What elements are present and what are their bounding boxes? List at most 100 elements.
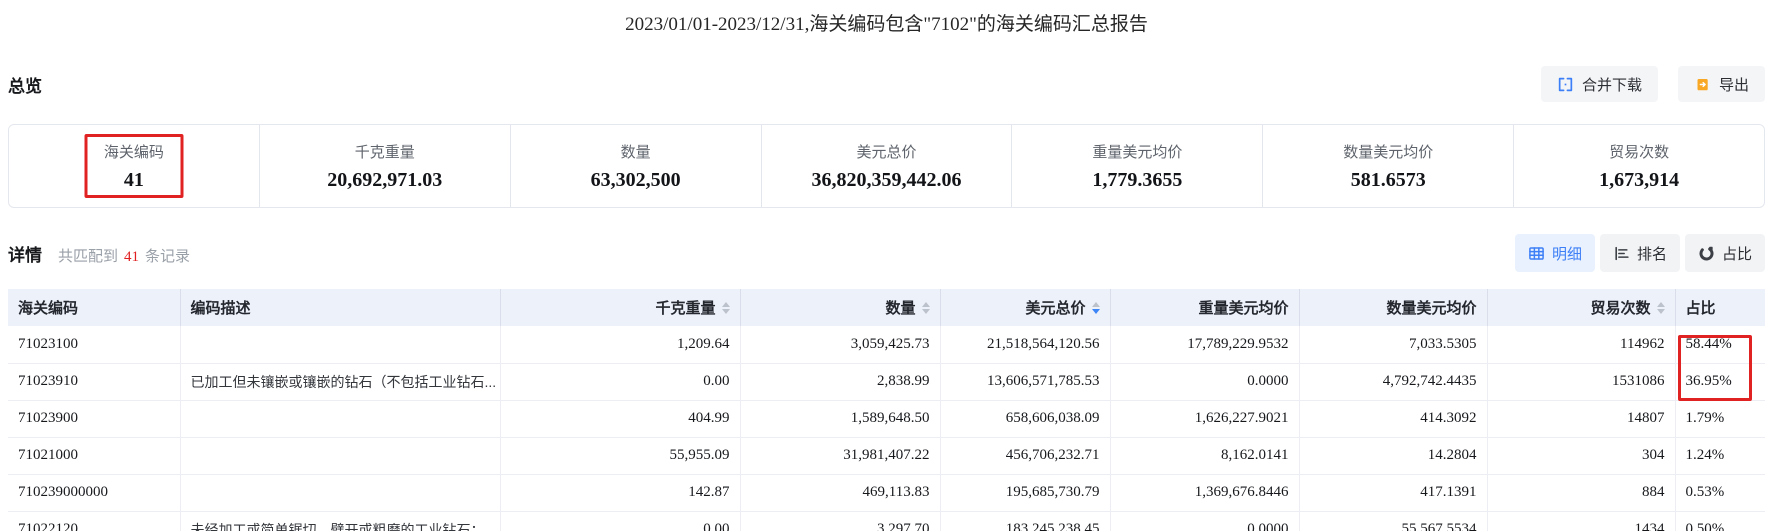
cell-quantity: 3,297.70 (740, 511, 941, 531)
summary-card-7: 贸易次数 1,673,914 (1513, 125, 1764, 207)
sort-desc-icon (1091, 308, 1100, 314)
cell-quantity: 2,838.99 (740, 363, 941, 401)
card-value: 63,302,500 (590, 168, 681, 191)
column-label: 美元总价 (1025, 300, 1086, 317)
cell-usd-per-kg: 0.0000 (1110, 511, 1300, 531)
summary-card-6: 数量美元均价 581.6573 (1262, 125, 1513, 207)
details-table-wrap: 海关编码 编码描述 千克重量 数量 美元总价 重量美元均价 数量美元均价 贸易次数 占比 710… (8, 289, 1765, 531)
sort-carets (721, 301, 730, 314)
column-label: 数量 (885, 300, 916, 317)
match-count: 41 (124, 248, 140, 265)
cell-usd-per-kg: 1,369,676.8446 (1110, 474, 1300, 512)
cell-quantity: 1,589,648.50 (740, 400, 941, 438)
sort-desc-icon (921, 308, 930, 314)
cell-trade-count: 884 (1487, 474, 1676, 512)
export-button[interactable]: 导出 (1677, 66, 1765, 102)
column-header-kg-weight[interactable]: 千克重量 (500, 289, 741, 326)
cell-usd-total: 658,606,038.09 (940, 400, 1111, 438)
view-button-table[interactable]: 明细 (1514, 234, 1595, 272)
page-title: 2023/01/01-2023/12/31,海关编码包含"7102"的海关编码汇… (625, 14, 1148, 35)
table-row-3: 71023900 404.99 1,589,648.50 658,606,038.09… (8, 400, 1765, 438)
button-label: 排名 (1636, 245, 1667, 263)
sort-asc-icon (1656, 301, 1665, 307)
sort-asc-icon (921, 301, 930, 307)
column-label: 占比 (1685, 300, 1716, 317)
details-table: 海关编码 编码描述 千克重量 数量 美元总价 重量美元均价 数量美元均价 贸易次数 占比 710… (8, 289, 1765, 531)
cell-share: 0.50% (1675, 511, 1765, 531)
merge-download-button[interactable]: 合并下载 (1540, 66, 1658, 102)
cell-usd-total: 195,685,730.79 (940, 474, 1111, 512)
details-heading: 详情 (8, 245, 42, 265)
cell-code: 71021000 (8, 437, 181, 475)
column-header-code: 海关编码 (8, 289, 181, 326)
export-icon (1697, 78, 1708, 90)
card-value: 36,820,359,442.06 (811, 168, 962, 191)
cell-usd-total: 21,518,564,120.56 (940, 326, 1111, 364)
cell-code: 71023910 (8, 363, 181, 401)
card-value: 1,779.3655 (1092, 168, 1183, 191)
cell-trade-count: 1531086 (1487, 363, 1676, 401)
cell-usd-total: 183,245,238.45 (940, 511, 1111, 531)
column-label: 编码描述 (190, 300, 251, 317)
cell-usd-per-kg: 8,162.0141 (1110, 437, 1300, 475)
column-header-quantity[interactable]: 数量 (740, 289, 941, 326)
column-label: 海关编码 (18, 300, 79, 317)
cell-quantity: 3,059,425.73 (740, 326, 941, 364)
card-label: 海关编码 (103, 143, 164, 161)
summary-card-3: 数量 63,302,500 (509, 125, 761, 207)
cell-usd-per-qty: 55,567.5534 (1299, 511, 1488, 531)
cell-usd-total: 456,706,232.71 (940, 437, 1111, 475)
sort-asc-icon (1091, 301, 1100, 307)
cell-quantity: 31,981,407.22 (740, 437, 941, 475)
cell-kg-weight: 1,209.64 (500, 326, 741, 364)
cell-quantity: 469,113.83 (740, 474, 941, 512)
cell-usd-per-qty: 4,792,742.4435 (1299, 363, 1488, 401)
cell-share: 0.53% (1675, 474, 1765, 512)
view-switcher: 明细 排名 占比 (1514, 234, 1765, 272)
cell-description: 未经加工或简单锯切、劈开或粗磨的工业钻石：... (180, 511, 501, 531)
cell-code: 71022120 (8, 511, 181, 531)
cell-kg-weight: 142.87 (500, 474, 741, 512)
column-header-trade-count[interactable]: 贸易次数 (1487, 289, 1676, 326)
summary-card-2: 千克重量 20,692,971.03 (258, 125, 510, 207)
cell-trade-count: 304 (1487, 437, 1676, 475)
summary-cards: 海关编码 41 千克重量 20,692,971.03 数量 63,302,500 美元总价 3… (8, 124, 1765, 208)
cell-trade-count: 14807 (1487, 400, 1676, 438)
button-label: 占比 (1721, 245, 1752, 263)
table-icon (1529, 246, 1544, 260)
overview-actions: 合并下载 导出 (1540, 66, 1765, 102)
cell-usd-per-kg: 1,626,227.9021 (1110, 400, 1300, 438)
cell-kg-weight: 55,955.09 (500, 437, 741, 475)
cell-kg-weight: 0.00 (500, 363, 741, 401)
summary-card-4: 美元总价 36,820,359,442.06 (760, 125, 1012, 207)
sort-carets (921, 301, 930, 314)
sort-desc-icon (1656, 308, 1665, 314)
cell-usd-per-qty: 14.2804 (1299, 437, 1488, 475)
ranking-icon (1615, 246, 1629, 260)
cell-share: 36.95% (1675, 363, 1765, 401)
column-label: 贸易次数 (1590, 300, 1651, 317)
cell-description (180, 400, 501, 438)
view-button-ranking[interactable]: 排名 (1599, 234, 1680, 272)
column-label: 重量美元均价 (1198, 300, 1289, 317)
overview-heading: 总览 (8, 76, 42, 96)
cell-trade-count: 1434 (1487, 511, 1676, 531)
column-header-share: 占比 (1675, 289, 1765, 326)
column-header-usd-per-kg: 重量美元均价 (1110, 289, 1300, 326)
table-row-5: 710239000000 142.87 469,113.83 195,685,730.… (8, 474, 1765, 512)
table-row-4: 71021000 55,955.09 31,981,407.22 456,706,23… (8, 437, 1765, 475)
cell-code: 71023900 (8, 400, 181, 438)
view-button-donut[interactable]: 占比 (1684, 234, 1765, 272)
cell-usd-per-kg: 0.0000 (1110, 363, 1300, 401)
cell-description: 已加工但未镶嵌或镶嵌的钻石（不包括工业钻石... (180, 363, 501, 401)
cell-kg-weight: 404.99 (500, 400, 741, 438)
cell-description (180, 437, 501, 475)
cell-share: 58.44% (1675, 326, 1765, 364)
column-header-usd-total[interactable]: 美元总价 (940, 289, 1111, 326)
cell-code: 710239000000 (8, 474, 181, 512)
cell-share: 1.24% (1675, 437, 1765, 475)
cell-description (180, 326, 501, 364)
column-header-description: 编码描述 (180, 289, 501, 326)
sort-asc-icon (721, 301, 730, 307)
button-label: 导出 (1718, 76, 1749, 94)
